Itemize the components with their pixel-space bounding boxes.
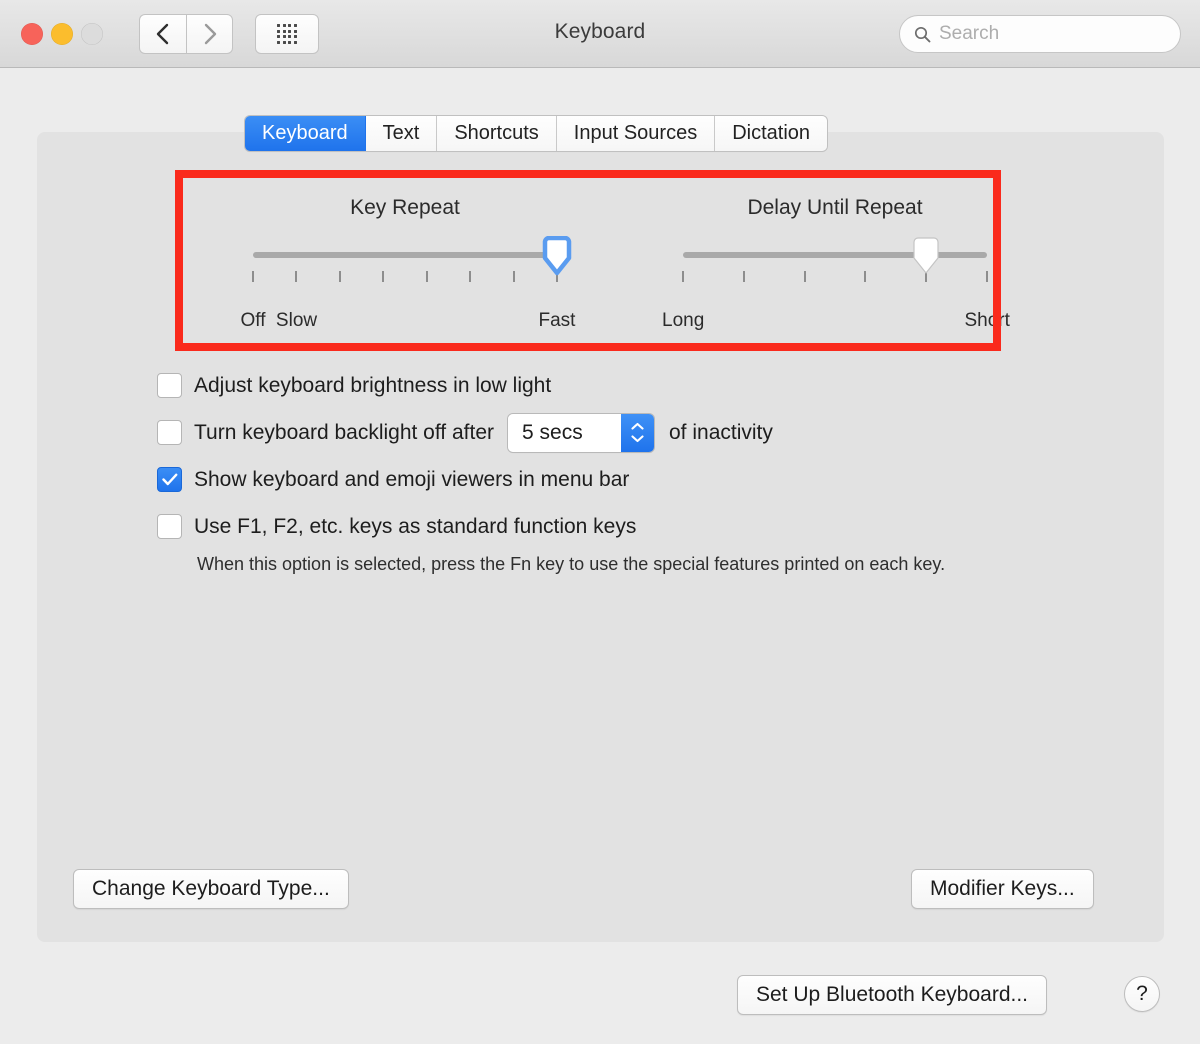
search-input[interactable]	[939, 23, 1159, 45]
tab-shortcuts[interactable]: Shortcuts	[437, 116, 557, 151]
delay-until-repeat-labels: Long Short	[662, 310, 1010, 336]
tab-text[interactable]: Text	[365, 116, 438, 151]
key-repeat-tick	[425, 271, 428, 282]
key-repeat-label: Fast	[538, 310, 576, 331]
tab-dictation[interactable]: Dictation	[715, 116, 828, 151]
delay-until-repeat-tick	[864, 271, 867, 282]
option-function-keys-wrapper: Use F1, F2, etc. keys as standard functi…	[157, 503, 1107, 575]
option-row-function-keys[interactable]: Use F1, F2, etc. keys as standard functi…	[157, 503, 1107, 550]
delay-until-repeat-tick	[682, 271, 684, 282]
option-suffix-backlight-off: of inactivity	[669, 420, 773, 444]
key-repeat-tick	[512, 271, 515, 282]
checkbox-backlight-off[interactable]	[157, 420, 182, 445]
change-keyboard-type-button[interactable]: Change Keyboard Type...	[73, 869, 349, 909]
tab-keyboard[interactable]: Keyboard	[245, 116, 366, 151]
option-label-backlight-off: Turn keyboard backlight off after	[194, 420, 494, 444]
key-repeat-tick	[382, 271, 385, 282]
search-field[interactable]	[899, 15, 1181, 53]
option-helper-function-keys: When this option is selected, press the …	[197, 554, 946, 574]
tab-bar: Keyboard Text Shortcuts Input Sources Dictat…	[245, 116, 828, 151]
option-backlight-off-wrapper: Turn keyboard backlight off after 5 secs…	[157, 409, 1107, 456]
delay-until-repeat-title: Delay Until Repeat	[747, 196, 923, 219]
key-repeat-labels: Off Slow Fast	[241, 310, 576, 336]
search-icon	[914, 26, 931, 42]
delay-until-repeat-tick	[803, 271, 806, 282]
delay-until-repeat-slider-group: Delay Until Repeat Long Short	[662, 196, 1010, 336]
modifier-keys-button[interactable]: Modifier Keys...	[911, 869, 1094, 909]
delay-until-repeat-thumb[interactable]	[910, 236, 942, 276]
key-repeat-track[interactable]	[253, 252, 557, 258]
key-repeat-tick	[295, 271, 298, 282]
option-row-show-viewers[interactable]: Show keyboard and emoji viewers in menu …	[157, 456, 1107, 503]
key-repeat-label: Slow	[275, 310, 318, 331]
delay-until-repeat-tick	[742, 271, 745, 282]
option-label-function-keys: Use F1, F2, etc. keys as standard functi…	[194, 514, 637, 538]
window-titlebar: Keyboard	[0, 0, 1200, 68]
key-repeat-tick	[469, 271, 472, 282]
backlight-delay-value: 5 secs	[508, 413, 621, 452]
chevron-up-icon[interactable]	[630, 422, 645, 431]
delay-until-repeat-label: Short	[964, 310, 1010, 331]
option-label-show-viewers: Show keyboard and emoji viewers in menu …	[194, 467, 630, 491]
delay-until-repeat-slider[interactable]	[675, 237, 995, 310]
tab-input-sources[interactable]: Input Sources	[556, 116, 716, 151]
help-button[interactable]: ?	[1124, 976, 1160, 1012]
options-list: Adjust keyboard brightness in low light …	[157, 362, 1107, 575]
option-row-backlight-off[interactable]: Turn keyboard backlight off after 5 secs…	[157, 409, 1107, 456]
setup-bluetooth-keyboard-button[interactable]: Set Up Bluetooth Keyboard...	[737, 975, 1048, 1015]
checkbox-function-keys[interactable]	[157, 514, 182, 539]
delay-until-repeat-label: Long	[662, 310, 705, 331]
option-label-adjust-brightness: Adjust keyboard brightness in low light	[194, 373, 552, 397]
slider-thumb-icon	[542, 235, 572, 276]
key-repeat-slider[interactable]	[245, 235, 572, 310]
option-row-adjust-brightness[interactable]: Adjust keyboard brightness in low light	[157, 362, 1107, 409]
slider-thumb-icon	[913, 237, 939, 274]
chevron-down-icon[interactable]	[630, 434, 645, 443]
key-repeat-thumb[interactable]	[541, 235, 573, 276]
backlight-delay-stepper[interactable]: 5 secs	[508, 413, 654, 452]
key-repeat-tick	[338, 271, 341, 282]
delay-until-repeat-tick	[986, 271, 988, 282]
checkbox-show-viewers[interactable]	[157, 467, 182, 492]
checkmark-icon	[161, 473, 177, 486]
checkbox-adjust-brightness[interactable]	[157, 373, 182, 398]
option-show-viewers-wrapper: Show keyboard and emoji viewers in menu …	[157, 456, 1107, 503]
key-repeat-tick	[252, 271, 254, 282]
stepper-arrows[interactable]	[621, 413, 654, 452]
key-repeat-slider-group: Key Repeat Off Slow Fast	[241, 196, 576, 336]
key-repeat-label: Off	[240, 310, 266, 331]
key-repeat-title: Key Repeat	[350, 196, 460, 219]
option-adjust-brightness-wrapper: Adjust keyboard brightness in low light	[157, 362, 1107, 409]
